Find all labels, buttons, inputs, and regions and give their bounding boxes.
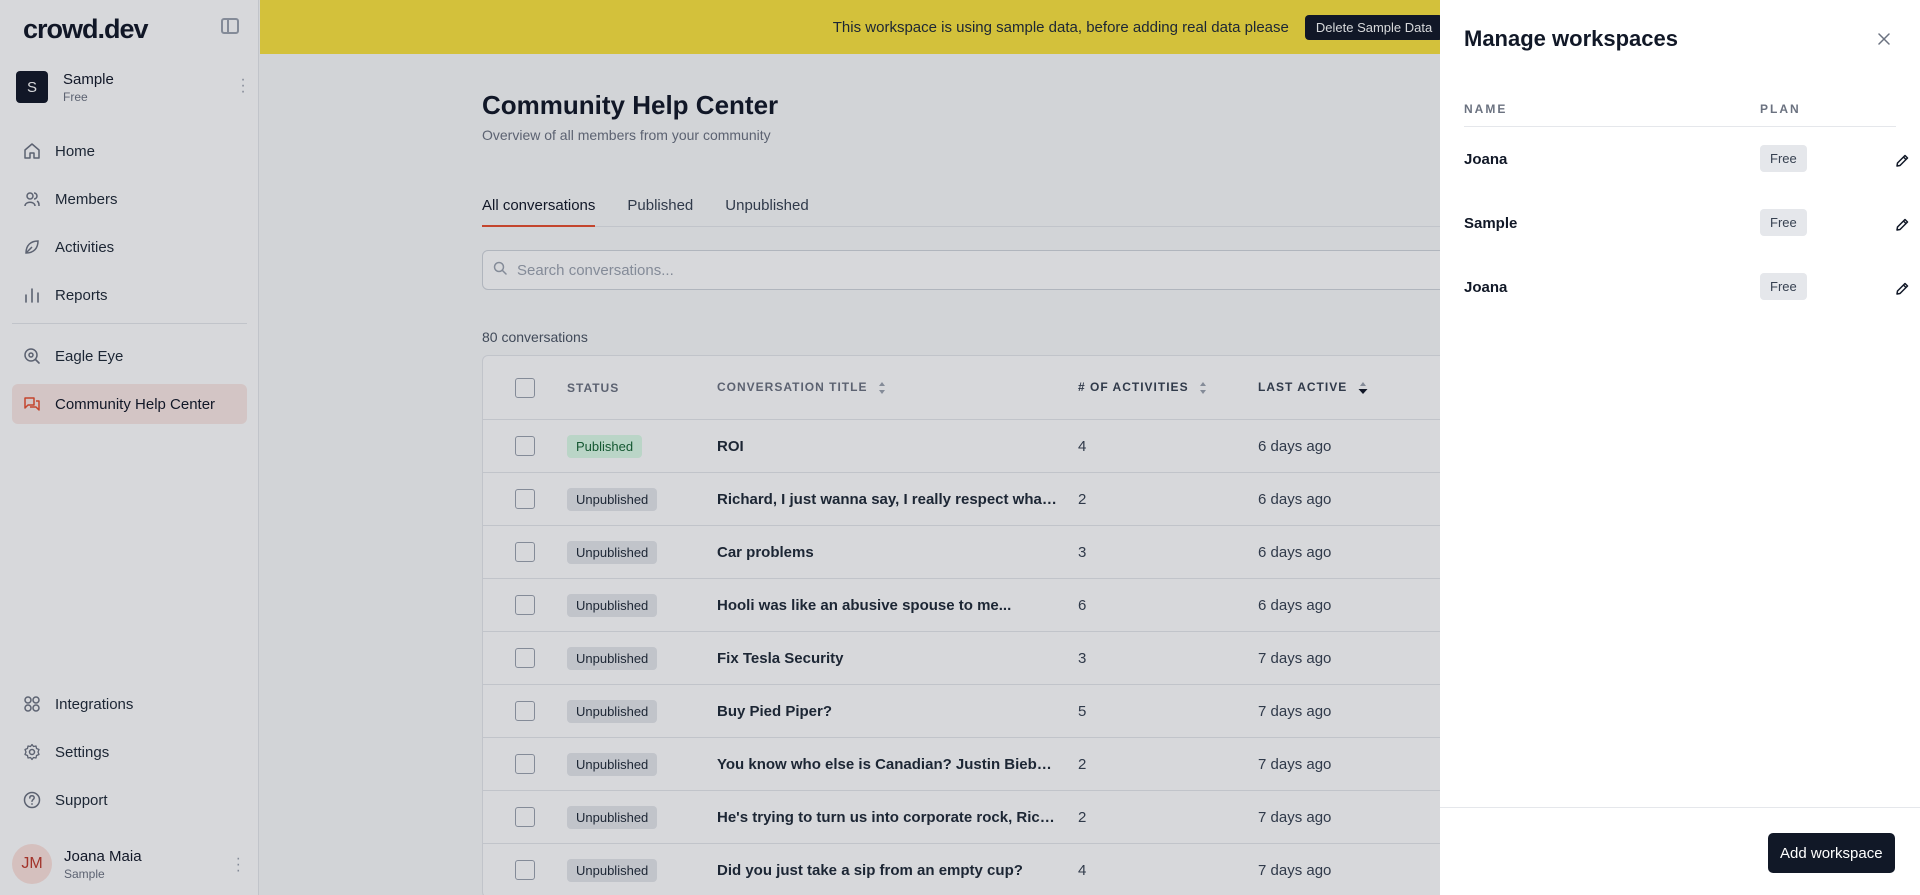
edit-icon[interactable] <box>1894 217 1910 233</box>
close-icon[interactable] <box>1875 30 1893 48</box>
drawer-title: Manage workspaces <box>1464 26 1678 51</box>
column-plan: PLAN <box>1760 102 1801 116</box>
workspace-row: Joana Free <box>1464 139 1909 179</box>
manage-workspaces-drawer: Manage workspaces NAME PLAN Joana Free Sam… <box>1440 0 1920 895</box>
edit-icon[interactable] <box>1894 153 1910 169</box>
column-name: NAME <box>1464 102 1508 116</box>
workspace-row-name: Joana <box>1464 279 1508 296</box>
workspace-row: Joana Free <box>1464 267 1909 307</box>
plan-badge: Free <box>1760 273 1807 300</box>
plan-badge: Free <box>1760 209 1807 236</box>
drawer-footer: Add workspace <box>1440 807 1920 895</box>
workspace-row-name: Joana <box>1464 151 1508 168</box>
plan-badge: Free <box>1760 145 1807 172</box>
workspace-row-name: Sample <box>1464 215 1518 232</box>
workspace-row: Sample Free <box>1464 203 1909 243</box>
add-workspace-button[interactable]: Add workspace <box>1768 833 1895 873</box>
workspaces-table-header: NAME PLAN <box>1464 102 1896 127</box>
edit-icon[interactable] <box>1894 281 1910 297</box>
